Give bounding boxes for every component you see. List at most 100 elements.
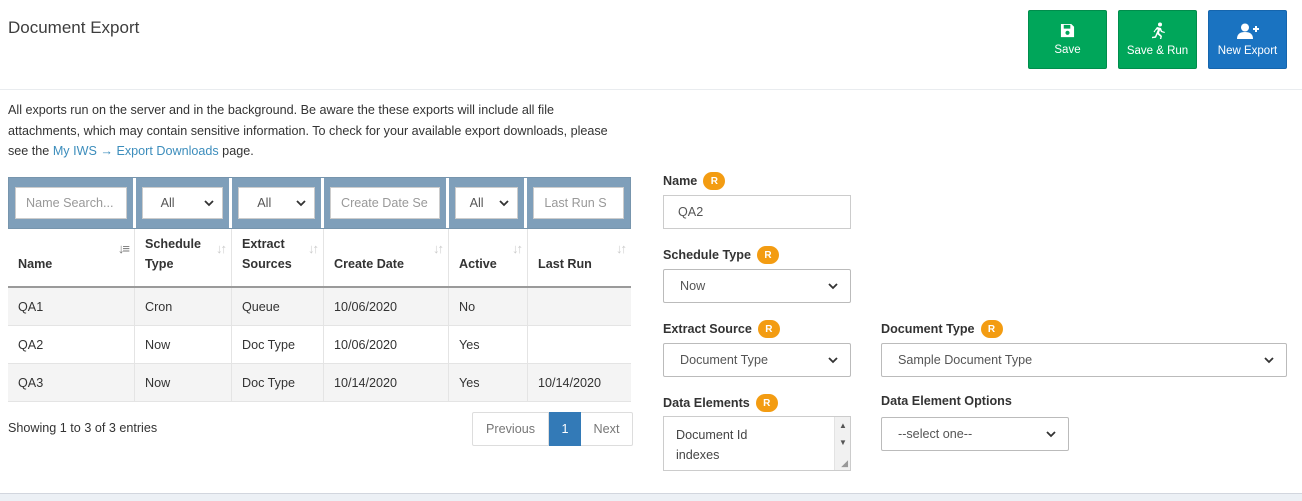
save-button[interactable]: Save — [1028, 10, 1107, 69]
required-badge: R — [756, 246, 779, 264]
chevron-down-icon — [499, 199, 509, 206]
table-cell: 10/14/2020 — [538, 375, 602, 390]
data-element-options-label-text: Data Element Options — [881, 394, 1012, 408]
column-header-line: Schedule — [145, 237, 201, 251]
table-cell: Cron — [135, 288, 232, 325]
chevron-down-icon — [1046, 430, 1056, 437]
name-search-input[interactable]: Name Search... — [15, 187, 127, 219]
table-row[interactable]: QA3 Now Doc Type 10/14/2020 Yes 10/14/20… — [8, 364, 631, 402]
column-header-label: Last Run — [538, 257, 592, 271]
chevron-down-icon — [828, 282, 838, 289]
chevron-down-icon — [296, 199, 306, 206]
list-item[interactable]: Document Id — [676, 425, 838, 445]
extract-sources-filter[interactable]: All — [238, 187, 315, 219]
page-title: Document Export — [8, 18, 140, 37]
data-elements-label: Data Elements R — [663, 394, 778, 412]
page-footer-bar — [0, 493, 1302, 501]
scroll-down-icon[interactable]: ▼ — [839, 438, 847, 447]
floppy-disk-icon — [1060, 23, 1075, 38]
table-cell: Yes — [449, 326, 528, 363]
save-button-label: Save — [1054, 44, 1081, 56]
table-cell: QA1 — [8, 288, 135, 325]
table-cell: QA3 — [8, 364, 135, 401]
schedule-type-filter[interactable]: All — [141, 187, 224, 219]
sort-icon: ↓↑ — [616, 241, 627, 256]
table-cell: Queue — [232, 288, 324, 325]
filter-cell-last-run: Last Run S — [527, 178, 630, 228]
column-header-schedule-type[interactable]: ↓↑ Schedule Type — [135, 229, 232, 286]
page-1-button[interactable]: 1 — [549, 412, 581, 446]
chevron-down-icon — [204, 199, 214, 206]
table-cell: 10/06/2020 — [324, 326, 449, 363]
column-header-label: Create Date — [334, 257, 404, 271]
column-header-last-run[interactable]: ↓↑ Last Run — [528, 229, 631, 286]
filter-cell-name: Name Search... — [9, 178, 136, 228]
table-cell: QA2 — [8, 326, 135, 363]
schedule-type-label: Schedule Type R — [663, 246, 779, 264]
pagination: Previous 1 Next — [472, 412, 633, 446]
table-cell: Yes — [449, 364, 528, 401]
filter-cell-extract: All — [232, 178, 324, 228]
table-cell: Now — [135, 326, 232, 363]
document-type-select[interactable]: Sample Document Type — [881, 343, 1287, 377]
export-downloads-link[interactable]: My IWS → Export Downloads — [53, 144, 219, 158]
column-header-create-date[interactable]: ↓↑ Create Date — [324, 229, 449, 286]
list-item[interactable]: indexes — [676, 445, 838, 465]
filter-cell-create-date: Create Date Se — [324, 178, 449, 228]
previous-page-button[interactable]: Previous — [472, 412, 549, 446]
last-run-search-input[interactable]: Last Run S — [533, 187, 624, 219]
chevron-down-icon — [828, 356, 838, 363]
data-element-options-label: Data Element Options — [881, 394, 1012, 408]
scroll-up-icon[interactable]: ▲ — [839, 421, 847, 430]
next-page-button[interactable]: Next — [581, 412, 633, 446]
table-cell: Doc Type — [232, 326, 324, 363]
filter-cell-active: All — [449, 178, 528, 228]
data-elements-listbox[interactable]: Document Id indexes ▲ ▼ ◢ — [663, 416, 851, 471]
required-badge: R — [980, 320, 1003, 338]
required-badge: R — [703, 172, 726, 190]
sort-icon: ↓↑ — [216, 241, 227, 256]
document-type-label-text: Document Type — [881, 322, 975, 336]
table-cell: 10/06/2020 — [324, 288, 449, 325]
extract-source-select[interactable]: Document Type — [663, 343, 851, 377]
required-badge: R — [757, 320, 780, 338]
sort-desc-icon: ↓≡ — [117, 241, 130, 256]
name-label: Name R — [663, 172, 726, 190]
required-badge: R — [755, 394, 778, 412]
table-row[interactable]: QA2 Now Doc Type 10/06/2020 Yes — [8, 326, 631, 364]
extract-source-label: Extract Source R — [663, 320, 780, 338]
schedule-type-select[interactable]: Now — [663, 269, 851, 303]
table-cell: No — [449, 288, 528, 325]
new-export-button[interactable]: New Export — [1208, 10, 1287, 69]
save-and-run-button-label: Save & Run — [1126, 45, 1189, 57]
name-input[interactable]: QA2 — [663, 195, 851, 229]
column-header-name[interactable]: ↓≡ Name — [8, 229, 135, 286]
exports-table: Name Search... All All Create Date Se Al… — [8, 177, 631, 402]
save-and-run-button[interactable]: Save & Run — [1118, 10, 1197, 69]
chevron-down-icon — [1264, 356, 1274, 363]
page-header: Document Export Save Save & Run New Expo… — [0, 0, 1302, 90]
extract-sources-filter-value: All — [257, 196, 272, 210]
data-elements-label-text: Data Elements — [663, 396, 750, 410]
table-header-row: ↓≡ Name ↓↑ Schedule Type ↓↑ Extract Source… — [8, 229, 631, 288]
column-header-active[interactable]: ↓↑ Active — [449, 229, 528, 286]
table-row[interactable]: QA1 Cron Queue 10/06/2020 No — [8, 288, 631, 326]
column-header-label: Active — [459, 257, 497, 271]
data-element-options-select[interactable]: --select one-- — [881, 417, 1069, 451]
entries-info: Showing 1 to 3 of 3 entries — [8, 421, 158, 435]
schedule-type-select-value: Now — [680, 279, 706, 293]
column-header-line: Sources — [242, 257, 292, 271]
intro-text-after: page. — [218, 144, 254, 158]
active-filter[interactable]: All — [454, 187, 519, 219]
document-type-label: Document Type R — [881, 320, 1003, 338]
schedule-type-label-text: Schedule Type — [663, 248, 751, 262]
active-filter-value: All — [469, 196, 484, 210]
user-plus-icon — [1236, 23, 1259, 39]
column-header-line: Type — [145, 257, 174, 271]
table-cell: Doc Type — [232, 364, 324, 401]
create-date-search-input[interactable]: Create Date Se — [329, 187, 440, 219]
table-cell: Now — [135, 364, 232, 401]
column-header-extract-sources[interactable]: ↓↑ Extract Sources — [232, 229, 324, 286]
sort-icon: ↓↑ — [308, 241, 319, 256]
resize-grip-icon[interactable]: ◢ — [841, 458, 848, 469]
